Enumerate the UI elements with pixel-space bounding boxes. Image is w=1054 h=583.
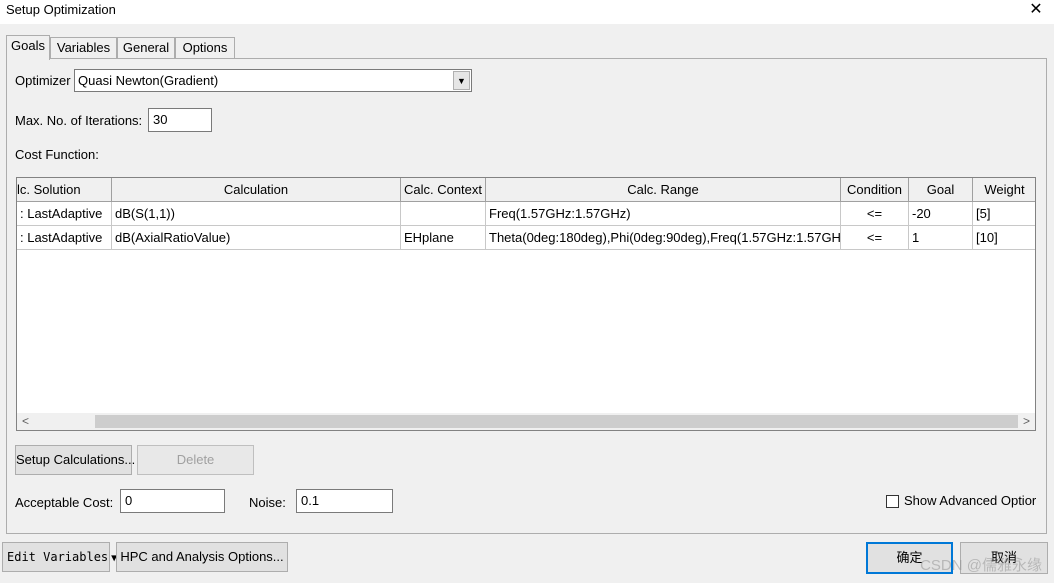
tab-variables[interactable]: Variables [50, 37, 117, 59]
max-iterations-input[interactable]: 30 [148, 108, 212, 132]
noise-input[interactable]: 0.1 [296, 489, 393, 513]
max-iterations-label: Max. No. of Iterations: [15, 113, 143, 128]
cell-goal[interactable]: -20 [909, 202, 973, 226]
edit-variables-label: Edit Variables [7, 550, 109, 564]
edit-variables-button[interactable]: Edit Variables ▼ [2, 542, 117, 572]
tab-general[interactable]: General [117, 37, 175, 59]
tab-options[interactable]: Options [175, 37, 235, 59]
goals-panel: Optimizer Quasi Newton(Gradient) ▼ Max. … [6, 58, 1047, 534]
delete-button[interactable]: Delete [137, 445, 254, 475]
cell-goal[interactable]: 1 [909, 226, 973, 250]
scroll-left-icon[interactable]: < [17, 413, 34, 430]
cell-weight[interactable]: [5] [973, 202, 1035, 226]
watermark: CSDN @儒雅永缘 [920, 557, 1042, 574]
optimizer-label: Optimizer [15, 73, 71, 88]
cost-function-label: Cost Function: [15, 147, 99, 162]
tab-goals[interactable]: Goals [6, 35, 50, 60]
noise-label: Noise: [249, 495, 286, 510]
cell-calculation[interactable]: dB(S(1,1)) [112, 202, 401, 226]
cell-condition[interactable]: <= [841, 226, 909, 250]
cell-context[interactable]: EHplane [401, 226, 486, 250]
chevron-down-icon[interactable]: ▼ [453, 71, 470, 90]
column-header-calculation[interactable]: Calculation [112, 178, 401, 202]
setup-calculations-button[interactable]: Setup Calculations... [15, 445, 135, 475]
show-advanced-label: Show Advanced Optior [904, 493, 1037, 508]
cell-solution[interactable]: : LastAdaptive [17, 202, 112, 226]
dialog-body: Goals Variables General Options Optimize… [0, 24, 1054, 583]
cell-calculation[interactable]: dB(AxialRatioValue) [112, 226, 401, 250]
column-header-solution[interactable]: lc. Solution [17, 178, 112, 202]
column-header-goal[interactable]: Goal [909, 178, 973, 202]
close-icon[interactable]: ✕ [1026, 0, 1046, 20]
horizontal-scrollbar[interactable]: < > [17, 413, 1035, 430]
hpc-analysis-options-button[interactable]: HPC and Analysis Options... [116, 542, 288, 572]
cell-condition[interactable]: <= [841, 202, 909, 226]
cost-function-table: lc. Solution Calculation Calc. Context C… [16, 177, 1036, 431]
cell-range[interactable]: Theta(0deg:180deg),Phi(0deg:90deg),Freq(… [486, 226, 841, 250]
column-header-condition[interactable]: Condition [841, 178, 909, 202]
column-header-range[interactable]: Calc. Range [486, 178, 841, 202]
acceptable-cost-label: Acceptable Cost: [15, 495, 114, 510]
window-title: Setup Optimization [6, 2, 116, 17]
optimizer-value: Quasi Newton(Gradient) [78, 73, 219, 88]
column-header-weight[interactable]: Weight [973, 178, 1035, 202]
optimizer-select[interactable]: Quasi Newton(Gradient) ▼ [74, 69, 472, 92]
scrollbar-thumb[interactable] [95, 415, 1018, 428]
acceptable-cost-input[interactable]: 0 [120, 489, 225, 513]
column-header-context[interactable]: Calc. Context [401, 178, 486, 202]
show-advanced-checkbox[interactable] [886, 495, 899, 508]
cell-weight[interactable]: [10] [973, 226, 1035, 250]
cell-solution[interactable]: : LastAdaptive [17, 226, 112, 250]
cell-context[interactable] [401, 202, 486, 226]
cell-range[interactable]: Freq(1.57GHz:1.57GHz) [486, 202, 841, 226]
title-bar: Setup Optimization ✕ [0, 0, 1054, 24]
scroll-right-icon[interactable]: > [1018, 413, 1035, 430]
